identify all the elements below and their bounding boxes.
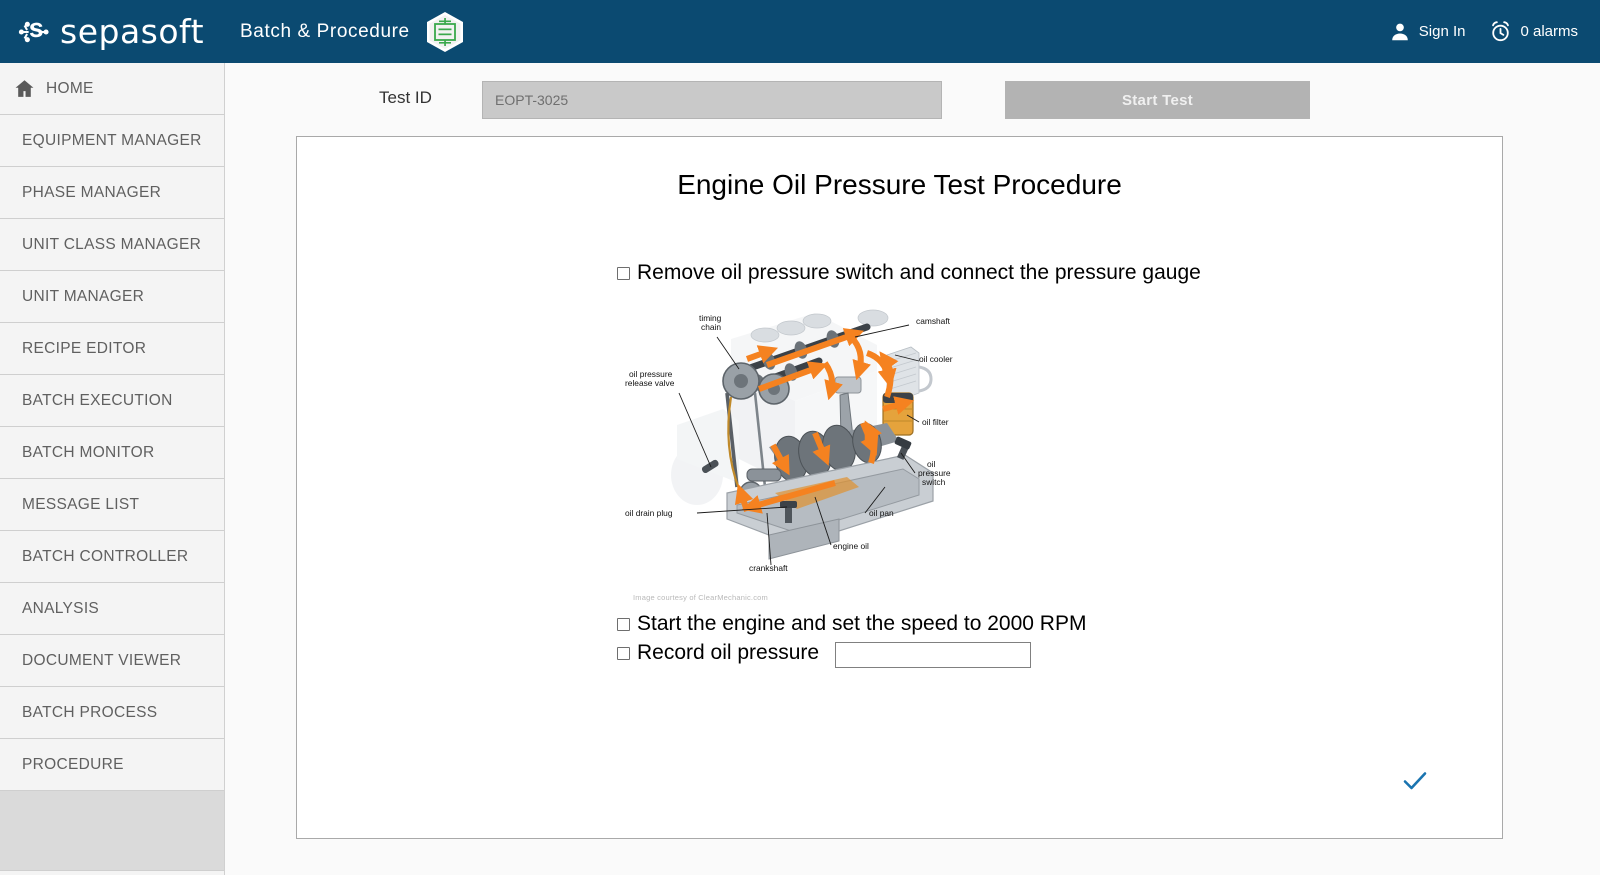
sidebar-item-unit-class-manager[interactable]: UNIT CLASS MANAGER	[0, 219, 224, 271]
sidebar-navigation: HOME EQUIPMENT MANAGER PHASE MANAGER UNI…	[0, 63, 225, 875]
svg-text:release valve: release valve	[625, 378, 675, 388]
sidebar-item-label: MESSAGE LIST	[22, 495, 140, 513]
home-icon	[15, 80, 34, 97]
procedure-steps: Remove oil pressure switch and connect t…	[617, 261, 1201, 668]
alarm-clock-icon	[1492, 21, 1510, 42]
brand-name: sepasoft	[60, 12, 205, 51]
sidebar-item-label: UNIT MANAGER	[22, 287, 145, 305]
step-2-checkbox[interactable]	[617, 618, 630, 631]
test-id-input[interactable]	[482, 81, 942, 119]
sidebar-item-label: HOME	[46, 79, 94, 97]
sidebar-item-label: BATCH MONITOR	[22, 443, 155, 461]
test-toolbar: Test ID Start Test	[225, 63, 1600, 136]
sign-in-label: Sign In	[1418, 23, 1466, 40]
svg-text:chain: chain	[701, 322, 721, 332]
step-1-checkbox[interactable]	[617, 267, 630, 280]
sidebar-item-label: PROCEDURE	[22, 755, 124, 773]
step-2-label: Start the engine and set the speed to 20…	[637, 612, 1087, 635]
sidebar-item-label: BATCH PROCESS	[22, 703, 158, 721]
sidebar-item-label: UNIT CLASS MANAGER	[22, 235, 202, 253]
svg-text:camshaft: camshaft	[916, 316, 951, 326]
sidebar-item-batch-process[interactable]: BATCH PROCESS	[0, 687, 224, 739]
sidebar-item-label: DOCUMENT VIEWER	[22, 651, 182, 669]
blue-checkmark-icon	[1403, 772, 1427, 790]
oil-pressure-value-input[interactable]	[835, 641, 1032, 668]
sidebar-item-analysis[interactable]: ANALYSIS	[0, 583, 224, 635]
top-header-bar: sepasoft Batch & Procedure Sign In 0 ala…	[0, 0, 1600, 63]
procedure-step-2: Start the engine and set the speed to 20…	[617, 612, 1086, 637]
start-test-button[interactable]: Start Test	[1005, 81, 1310, 119]
alarms-button[interactable]: 0 alarms	[1489, 20, 1578, 43]
app-title: Batch & Procedure	[240, 20, 410, 42]
sidebar-item-batch-execution[interactable]: BATCH EXECUTION	[0, 375, 224, 427]
sidebar-item-procedure[interactable]: PROCEDURE	[0, 739, 224, 791]
sidebar-item-home[interactable]: HOME	[0, 63, 224, 115]
svg-text:oil drain plug: oil drain plug	[625, 508, 673, 518]
sign-in-button[interactable]: Sign In	[1389, 21, 1466, 43]
procedure-step-1: Remove oil pressure switch and connect t…	[617, 261, 1201, 286]
svg-text:switch: switch	[922, 477, 946, 487]
sidebar-item-document-viewer[interactable]: DOCUMENT VIEWER	[0, 635, 224, 687]
sidebar-item-label: PHASE MANAGER	[22, 183, 162, 201]
svg-text:oil filter: oil filter	[922, 417, 949, 427]
svg-text:crankshaft: crankshaft	[749, 563, 788, 573]
svg-text:engine oil: engine oil	[833, 541, 869, 551]
step-3-label: Record oil pressure	[637, 640, 820, 664]
engine-oil-diagram: timing chain camshaft oil cooler oil pre…	[619, 297, 959, 607]
application-window: sepasoft Batch & Procedure Sign In 0 ala…	[0, 0, 1600, 875]
sidebar-item-message-list[interactable]: MESSAGE LIST	[0, 479, 224, 531]
sidebar-item-label: BATCH EXECUTION	[22, 391, 173, 409]
sidebar-item-batch-monitor[interactable]: BATCH MONITOR	[0, 427, 224, 479]
sidebar-item-label: ANALYSIS	[22, 599, 100, 617]
sidebar-item-label: RECIPE EDITOR	[22, 339, 147, 357]
step-3-checkbox[interactable]	[617, 646, 630, 660]
sidebar-empty-area	[0, 791, 224, 871]
procedure-step-3: Record oil pressure	[617, 641, 1086, 668]
confirm-checkmark-button[interactable]	[1402, 768, 1428, 794]
sidebar-item-phase-manager[interactable]: PHASE MANAGER	[0, 167, 224, 219]
svg-text:oil pan: oil pan	[869, 508, 894, 518]
sidebar-item-label: BATCH CONTROLLER	[22, 547, 189, 565]
image-credit: Image courtesy of ClearMechanic.com	[633, 593, 768, 602]
header-right-controls: Sign In 0 alarms	[1389, 20, 1578, 43]
engine-cutaway-illustration: timing chain camshaft oil cooler oil pre…	[619, 297, 959, 593]
sidebar-item-batch-controller[interactable]: BATCH CONTROLLER	[0, 531, 224, 583]
sepasoft-logo-icon	[18, 21, 49, 42]
step-1-label: Remove oil pressure switch and connect t…	[637, 261, 1201, 284]
alarms-label: 0 alarms	[1520, 23, 1578, 40]
procedure-document-panel: Engine Oil Pressure Test Procedure Remov…	[296, 136, 1503, 839]
main-content-area: Test ID Start Test Engine Oil Pressure T…	[225, 63, 1600, 875]
svg-text:oil cooler: oil cooler	[919, 354, 953, 364]
person-icon	[1391, 23, 1408, 40]
page-title: Engine Oil Pressure Test Procedure	[677, 169, 1122, 200]
sidebar-item-recipe-editor[interactable]: RECIPE EDITOR	[0, 323, 224, 375]
test-id-label: Test ID	[379, 88, 432, 107]
sidebar-item-equipment-manager[interactable]: EQUIPMENT MANAGER	[0, 115, 224, 167]
procedure-steps-lower: Start the engine and set the speed to 20…	[617, 612, 1086, 672]
sidebar-item-label: EQUIPMENT MANAGER	[22, 131, 202, 149]
brand-logo[interactable]: sepasoft	[18, 12, 204, 51]
hexagon-procedure-icon	[426, 11, 463, 52]
sidebar-item-unit-manager[interactable]: UNIT MANAGER	[0, 271, 224, 323]
